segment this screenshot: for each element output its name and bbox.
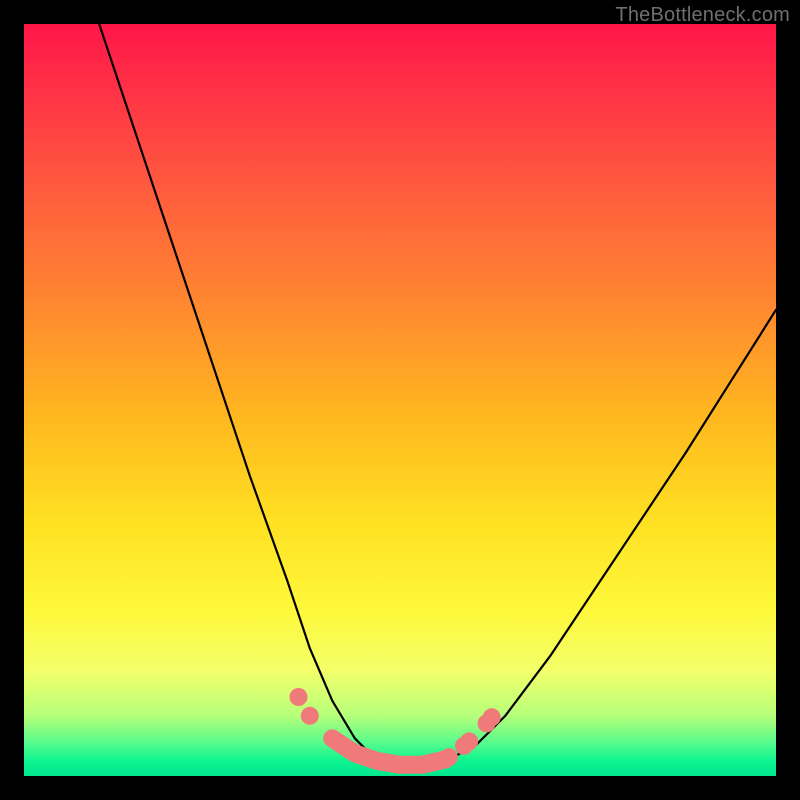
marker-dot [440,748,458,766]
marker-dot [368,752,386,770]
marker-dot [483,708,501,726]
marker-dot [414,756,432,774]
marker-dot [346,744,364,762]
watermark-text: TheBottleneck.com [615,4,790,27]
marker-dot [391,756,409,774]
chart-svg [24,24,776,776]
marker-dot [290,688,308,706]
chart-frame: TheBottleneck.com [0,0,800,800]
marker-dot [323,729,341,747]
chart-plot-area [24,24,776,776]
marker-dot [301,707,319,725]
curve-path [99,24,776,769]
marker-dot [460,732,478,750]
marker-cluster [290,688,501,774]
bottleneck-curve [99,24,776,769]
